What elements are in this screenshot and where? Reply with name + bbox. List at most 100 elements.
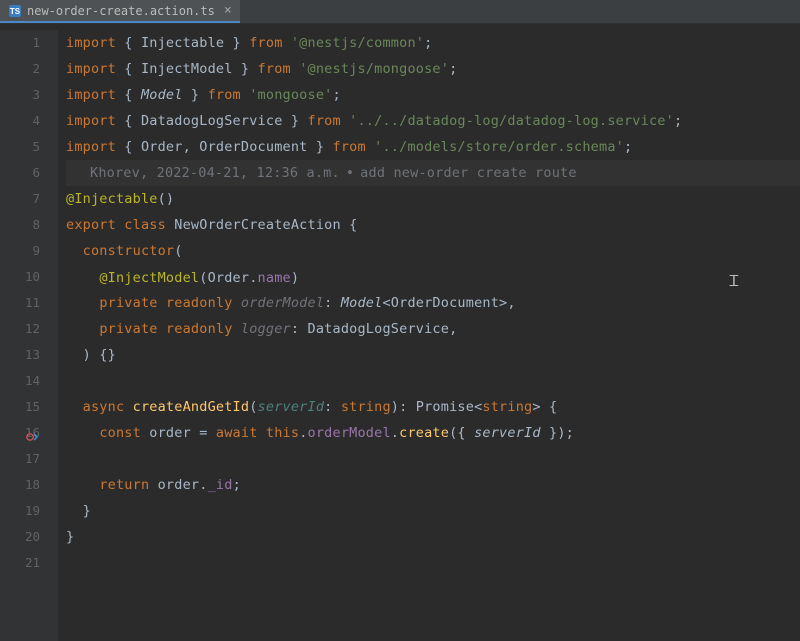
override-gutter-icon[interactable] xyxy=(26,426,38,438)
token-kw: return xyxy=(99,477,157,493)
token-punc: ; xyxy=(674,113,682,129)
line-number-gutter: 123456789101112131415161718192021 xyxy=(0,30,58,641)
token-punc: ({ xyxy=(449,425,474,441)
token-punc: { InjectModel } xyxy=(124,61,257,77)
blame-timestamp: 2022-04-21, 12:36 a.m. xyxy=(157,165,340,181)
token-punc: <OrderDocument>, xyxy=(382,295,515,311)
line-number: 18 xyxy=(0,472,40,498)
vcs-blame-annotation[interactable]: Khorev, 2022-04-21, 12:36 a.m.•add new-o… xyxy=(90,165,577,181)
blame-message: add new-order create route xyxy=(360,165,577,181)
token-punc: ( xyxy=(174,243,182,259)
line-number: 16 xyxy=(0,420,40,446)
token-field: orderModel xyxy=(308,425,391,441)
code-editor[interactable]: 123456789101112131415161718192021 import… xyxy=(0,24,800,641)
token-kw: private readonly xyxy=(99,295,241,311)
token-kw: import xyxy=(66,87,124,103)
token-kw: const xyxy=(99,425,149,441)
token-punc: { xyxy=(124,87,141,103)
token-field: name xyxy=(258,270,291,286)
code-line[interactable]: Khorev, 2022-04-21, 12:36 a.m.•add new-o… xyxy=(66,160,800,186)
blame-author: Khorev xyxy=(90,165,140,181)
blame-separator: • xyxy=(346,165,354,181)
code-line[interactable]: return order._id; xyxy=(66,472,800,498)
token-punc: ; xyxy=(624,139,632,155)
code-line[interactable]: const order = await this.orderModel.crea… xyxy=(66,420,800,446)
token-kw: constructor xyxy=(83,243,175,259)
line-number: 7 xyxy=(0,186,40,212)
line-number: 15 xyxy=(0,394,40,420)
token-punc: () xyxy=(158,191,175,207)
code-line[interactable]: private readonly orderModel: Model<Order… xyxy=(66,290,800,316)
token-fn: createAndGetId xyxy=(133,399,250,415)
token-punc: { Order xyxy=(124,139,182,155)
token-paramname: serverId xyxy=(258,399,325,415)
line-number: 12 xyxy=(0,316,40,342)
token-str: '../../datadog-log/datadog-log.service' xyxy=(349,113,674,129)
token-punc: { Injectable } xyxy=(124,35,249,51)
file-tab[interactable]: TS new-order-create.action.ts × xyxy=(0,0,240,23)
token-kw: from xyxy=(308,113,350,129)
token-kw: import xyxy=(66,61,124,77)
line-number: 14 xyxy=(0,368,40,394)
line-number: 17 xyxy=(0,446,40,472)
mouse-ibeam-cursor: Ꮖ xyxy=(729,272,739,290)
svg-text:TS: TS xyxy=(10,7,21,16)
code-line[interactable]: } xyxy=(66,524,800,550)
token-punc: ; xyxy=(233,477,241,493)
code-line[interactable]: constructor( xyxy=(66,238,800,264)
token-kw: async xyxy=(83,399,133,415)
line-number: 10 xyxy=(0,264,40,290)
token-str: '@nestjs/common' xyxy=(291,35,424,51)
token-kw: from xyxy=(249,35,291,51)
code-line[interactable]: import { DatadogLogService } from '../..… xyxy=(66,108,800,134)
token-fn: create xyxy=(399,425,449,441)
line-number: 9 xyxy=(0,238,40,264)
tab-bar: TS new-order-create.action.ts × xyxy=(0,0,800,24)
code-line[interactable]: import { Order, OrderDocument } from '..… xyxy=(66,134,800,160)
code-line[interactable]: @Injectable() xyxy=(66,186,800,212)
token-kw: from xyxy=(208,87,250,103)
token-str: 'mongoose' xyxy=(249,87,332,103)
token-punc: ; xyxy=(333,87,341,103)
code-area[interactable]: import { Injectable } from '@nestjs/comm… xyxy=(58,30,800,641)
token-str: '../models/store/order.schema' xyxy=(374,139,624,155)
code-line[interactable]: import { InjectModel } from '@nestjs/mon… xyxy=(66,56,800,82)
code-line[interactable] xyxy=(66,446,800,472)
token-punc: ) {} xyxy=(83,347,116,363)
line-number: 1 xyxy=(0,30,40,56)
code-line[interactable] xyxy=(66,368,800,394)
token-param: logger xyxy=(241,321,291,337)
line-number: 21 xyxy=(0,550,40,576)
token-punc: , OrderDocument } xyxy=(183,139,333,155)
token-kw: from xyxy=(258,61,300,77)
code-line[interactable]: export class NewOrderCreateAction { xyxy=(66,212,800,238)
token-punc: { DatadogLogService } xyxy=(124,113,307,129)
line-number: 8 xyxy=(0,212,40,238)
code-line[interactable]: import { Injectable } from '@nestjs/comm… xyxy=(66,30,800,56)
token-kw: await this xyxy=(216,425,299,441)
line-number: 6 xyxy=(0,160,40,186)
close-icon[interactable]: × xyxy=(224,3,232,18)
code-line[interactable]: ) {} xyxy=(66,342,800,368)
token-punc: ; xyxy=(449,61,457,77)
code-line[interactable]: @InjectModel(Order.name)Ꮖ xyxy=(66,264,800,290)
code-line[interactable] xyxy=(66,550,800,576)
code-line[interactable]: private readonly logger: DatadogLogServi… xyxy=(66,316,800,342)
token-punc: ): Promise< xyxy=(391,399,483,415)
code-line[interactable]: async createAndGetId(serverId: string): … xyxy=(66,394,800,420)
token-punc: } xyxy=(183,87,208,103)
token-punc: : DatadogLogService, xyxy=(291,321,458,337)
token-dec: @Injectable xyxy=(66,191,158,207)
token-kw: import xyxy=(66,139,124,155)
line-number: 4 xyxy=(0,108,40,134)
token-field: _id xyxy=(208,477,233,493)
token-kw: import xyxy=(66,113,124,129)
code-line[interactable]: import { Model } from 'mongoose'; xyxy=(66,82,800,108)
token-type: Model xyxy=(141,87,183,103)
token-param: orderModel xyxy=(241,295,324,311)
token-punc: ) xyxy=(291,270,299,286)
token-punc: (Order. xyxy=(199,270,257,286)
token-punc: : xyxy=(324,295,341,311)
token-punc: > { xyxy=(532,399,557,415)
code-line[interactable]: } xyxy=(66,498,800,524)
